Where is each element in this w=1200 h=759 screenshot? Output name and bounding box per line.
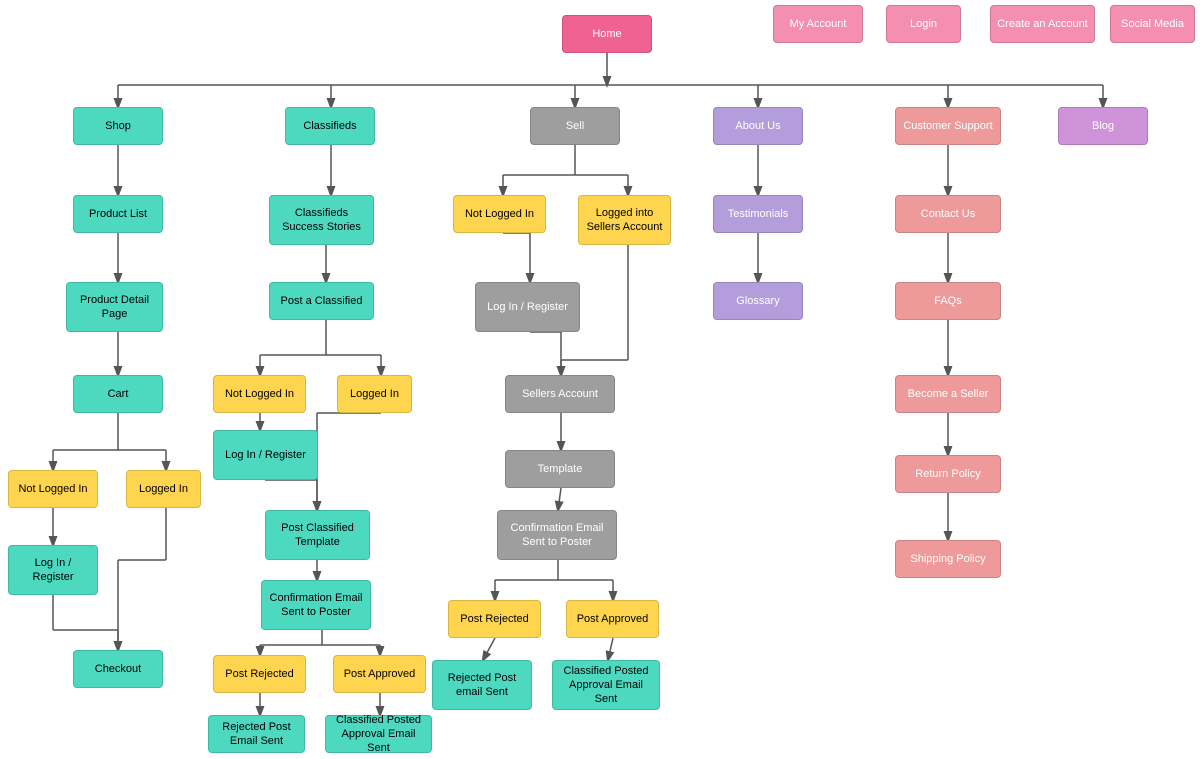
confirmation-email-classified-node: Confirmation Email Sent to Poster <box>261 580 371 630</box>
return-policy-node: Return Policy <box>895 455 1001 493</box>
post-rejected-classified-node: Post Rejected <box>213 655 306 693</box>
classifieds-node: Classifieds <box>285 107 375 145</box>
product-detail-node: Product Detail Page <box>66 282 163 332</box>
not-logged-in-classified-node: Not Logged In <box>213 375 306 413</box>
home-node: Home <box>562 15 652 53</box>
social-media-node: Social Media <box>1110 5 1195 43</box>
not-logged-in-cart-node: Not Logged In <box>8 470 98 508</box>
glossary-node: Glossary <box>713 282 803 320</box>
approved-email-classified-node: Classified Posted Approval Email Sent <box>325 715 432 753</box>
sellers-account-node: Sellers Account <box>505 375 615 413</box>
login-node: Login <box>886 5 961 43</box>
shop-node: Shop <box>73 107 163 145</box>
post-classified-template-node: Post Classified Template <box>265 510 370 560</box>
sell-node: Sell <box>530 107 620 145</box>
cart-node: Cart <box>73 375 163 413</box>
login-register-classified-node: Log In / Register <box>213 430 318 480</box>
approved-email-sell-node: Classified Posted Approval Email Sent <box>552 660 660 710</box>
logged-into-sellers-node: Logged into Sellers Account <box>578 195 671 245</box>
confirmation-email-sell-node: Confirmation Email Sent to Poster <box>497 510 617 560</box>
faqs-node: FAQs <box>895 282 1001 320</box>
classifieds-success-node: Classifieds Success Stories <box>269 195 374 245</box>
rejected-email-classified-node: Rejected Post Email Sent <box>208 715 305 753</box>
customer-support-node: Customer Support <box>895 107 1001 145</box>
blog-node: Blog <box>1058 107 1148 145</box>
rejected-email-sell-node: Rejected Post email Sent <box>432 660 532 710</box>
login-register-sell-node: Log In / Register <box>475 282 580 332</box>
create-account-node: Create an Account <box>990 5 1095 43</box>
post-approved-sell-node: Post Approved <box>566 600 659 638</box>
post-approved-classified-node: Post Approved <box>333 655 426 693</box>
product-list-node: Product List <box>73 195 163 233</box>
logged-in-classified-node: Logged In <box>337 375 412 413</box>
sitemap-diagram: Home My Account Login Create an Account … <box>0 0 1200 759</box>
template-node: Template <box>505 450 615 488</box>
become-seller-node: Become a Seller <box>895 375 1001 413</box>
post-classified-node: Post a Classified <box>269 282 374 320</box>
shipping-policy-node: Shipping Policy <box>895 540 1001 578</box>
checkout-node: Checkout <box>73 650 163 688</box>
testimonials-node: Testimonials <box>713 195 803 233</box>
about-us-node: About Us <box>713 107 803 145</box>
not-logged-in-sell-node: Not Logged In <box>453 195 546 233</box>
post-rejected-sell-node: Post Rejected <box>448 600 541 638</box>
my-account-node: My Account <box>773 5 863 43</box>
login-register-cart-node: Log In / Register <box>8 545 98 595</box>
contact-us-node: Contact Us <box>895 195 1001 233</box>
logged-in-cart-node: Logged In <box>126 470 201 508</box>
